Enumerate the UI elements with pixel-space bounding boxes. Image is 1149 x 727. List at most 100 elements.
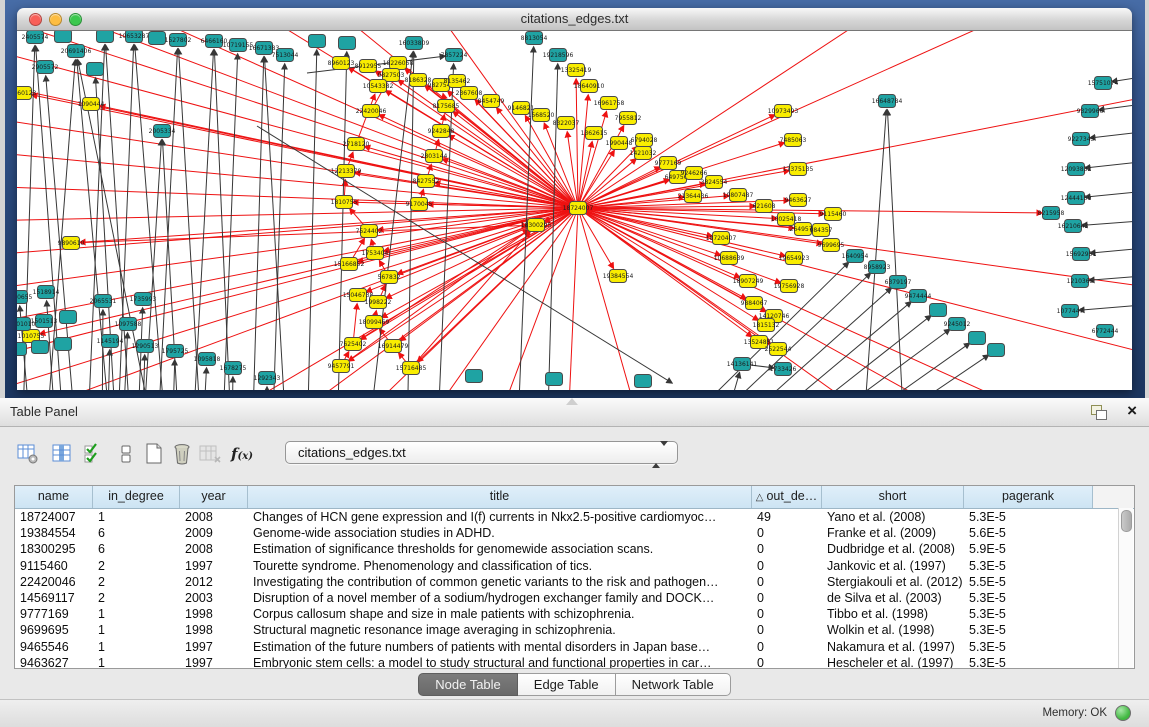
vertical-scrollbar[interactable] [1118, 508, 1133, 668]
panel-title: Table Panel [10, 404, 78, 419]
function-builder-icon[interactable]: f(x) [228, 440, 256, 468]
graph-node-label: 8660123 [17, 90, 37, 97]
graph-node-label: 9170045 [406, 201, 433, 208]
graph-node[interactable] [55, 31, 72, 43]
graph-node-label: 19756928 [774, 283, 805, 290]
graph-node-label: 9463627 [785, 197, 812, 204]
graph-edge [102, 310, 103, 390]
graph-node-label: 8958923 [864, 264, 891, 271]
network-window-titlebar[interactable]: citations_edges.txt [17, 8, 1132, 31]
graph-node-label: 1990448 [606, 140, 633, 147]
cell-year: 1998 [180, 622, 248, 638]
splitter-grip[interactable] [566, 398, 578, 405]
column-header-year[interactable]: year [180, 486, 248, 508]
graph-node-label: 16210643 [1058, 223, 1089, 230]
column-header-pagerank[interactable]: pagerank [964, 486, 1093, 508]
graph-node[interactable] [32, 341, 49, 354]
graph-node[interactable] [635, 375, 652, 388]
table-row[interactable]: 969969511998Structural magnetic resonanc… [15, 622, 1134, 638]
tab-node-table[interactable]: Node Table [418, 673, 518, 696]
table-row[interactable]: 1938455462009Genome-wide association stu… [15, 525, 1134, 541]
graph-node-label: 18724007 [563, 205, 594, 212]
graph-node-label: 2065531 [90, 298, 117, 305]
graph-edge [411, 232, 530, 368]
cell-pagerank: 5.3E-5 [964, 639, 1093, 655]
graph-node[interactable] [60, 311, 77, 324]
minimize-button[interactable] [49, 13, 62, 26]
graph-edge [1085, 189, 1132, 197]
network-canvas[interactable]: 1872400718300295896012389129551822605898… [17, 31, 1132, 390]
graph-node-label: 14136141 [727, 361, 758, 368]
column-header-in_degree[interactable]: in_degree [93, 486, 180, 508]
cell-year: 2008 [180, 541, 248, 557]
graph-node-label: 10653287 [119, 33, 150, 40]
graph-node-label: 9329966 [1077, 108, 1104, 115]
close-button[interactable] [29, 13, 42, 26]
column-header-title[interactable]: title [248, 486, 752, 508]
graph-node-label: 10025418 [771, 216, 802, 223]
graph-node-label: 22420046 [356, 108, 387, 115]
graph-node[interactable] [546, 373, 563, 386]
show-hide-columns-icon[interactable] [80, 440, 108, 468]
graph-node[interactable] [339, 37, 356, 50]
cell-short: Wolkin et al. (1998) [822, 622, 964, 638]
graph-edge [475, 100, 578, 208]
network-view[interactable]: 1872400718300295896012389129551822605898… [17, 31, 1132, 390]
graph-edge [578, 208, 647, 390]
graph-node[interactable] [17, 343, 27, 356]
close-panel-icon[interactable]: × [1127, 400, 1137, 422]
memory-status-indicator[interactable] [1115, 705, 1131, 721]
tab-edge-table[interactable]: Edge Table [518, 673, 616, 696]
new-table-icon[interactable] [140, 440, 168, 468]
table-row[interactable]: 2242004622012Investigating the contribut… [15, 574, 1134, 590]
graph-node-label: 18720407 [706, 235, 737, 242]
graph-node[interactable] [969, 332, 986, 345]
graph-node-label: 15046738 [343, 292, 374, 299]
cell-short: de Silva et al. (2003) [822, 590, 964, 606]
table-row[interactable]: 946362711997Embryonic stem cells: a mode… [15, 655, 1134, 669]
table-row[interactable]: 1456911722003Disruption of a novel membe… [15, 590, 1134, 606]
column-header-short[interactable]: short [822, 486, 964, 508]
network-window[interactable]: citations_edges.txt 18724007183002958960… [17, 8, 1132, 390]
table-select-dropdown[interactable]: citations_edges.txt [285, 441, 678, 464]
graph-node-label: 1097588 [115, 321, 142, 328]
table-row[interactable]: 1872400712008Changes of HCN gene express… [15, 509, 1134, 525]
table-row[interactable]: 977716911998Corpus callosum shape and si… [15, 606, 1134, 622]
graph-node[interactable] [97, 31, 114, 43]
graph-node-label: 16033809 [399, 40, 430, 47]
graph-node-label: 6379197 [885, 279, 912, 286]
row-options-icon[interactable] [112, 440, 140, 468]
cell-title: Estimation of the future numbers of pati… [248, 639, 752, 655]
cell-year: 1998 [180, 606, 248, 622]
table-row[interactable]: 1830029562008Estimation of significance … [15, 541, 1134, 557]
table-row[interactable]: 946554611997Estimation of the future num… [15, 639, 1134, 655]
delete-table-icon[interactable] [168, 440, 196, 468]
table-settings-icon[interactable] [14, 440, 42, 468]
graph-node-label: 8427552 [413, 178, 440, 185]
graph-node-label: 1640954 [842, 253, 869, 260]
graph-edge [578, 91, 1132, 208]
scrollbar-thumb[interactable] [1121, 510, 1132, 532]
graph-node[interactable] [87, 63, 104, 76]
table-row[interactable]: 911546021997Tourette syndrome. Phenomeno… [15, 558, 1134, 574]
graph-node[interactable] [988, 344, 1005, 357]
graph-edge [1089, 274, 1132, 280]
graph-node[interactable] [55, 338, 72, 351]
cell-in_degree: 6 [93, 541, 180, 557]
column-header-out_degree[interactable]: △out_de… [752, 486, 822, 508]
graph-node-label: 16914479 [378, 343, 409, 350]
select-columns-icon[interactable] [48, 440, 76, 468]
graph-node-label: 9884067 [741, 300, 768, 307]
graph-node[interactable] [149, 32, 166, 45]
graph-edge [576, 79, 578, 208]
zoom-button[interactable] [69, 13, 82, 26]
status-bar: Memory: OK [0, 699, 1149, 727]
column-header-name[interactable]: name [15, 486, 93, 508]
graph-node[interactable] [309, 35, 326, 48]
graph-node[interactable] [466, 370, 483, 383]
graph-node-label: 8215958 [1038, 210, 1065, 217]
graph-node[interactable] [930, 304, 947, 317]
tab-network-table[interactable]: Network Table [616, 673, 731, 696]
graph-node-label: 9777169 [655, 160, 682, 167]
float-panel-icon[interactable] [1091, 405, 1107, 419]
